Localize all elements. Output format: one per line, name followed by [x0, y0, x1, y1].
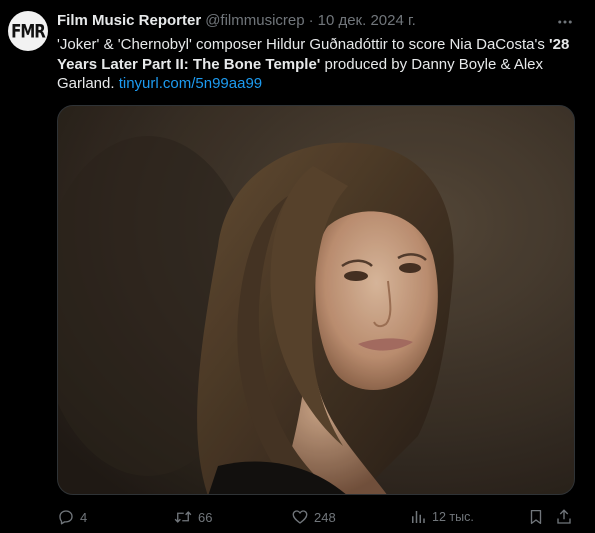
- like-count: 248: [314, 509, 336, 525]
- action-bar: 4 66 248 12 тыс.: [57, 506, 582, 528]
- bookmark-icon: [530, 509, 542, 525]
- tweet-link[interactable]: tinyurl.com/5n99aa99: [119, 75, 262, 92]
- views-button[interactable]: 12 тыс.: [409, 506, 474, 528]
- repost-button[interactable]: 66: [173, 506, 212, 528]
- tweet-header: Film Music Reporter @filmmusicrep · 10 д…: [57, 11, 416, 31]
- views-count: 12 тыс.: [432, 510, 474, 524]
- repost-count: 66: [198, 509, 213, 525]
- tweet-date[interactable]: 10 дек. 2024 г.: [318, 11, 416, 31]
- reply-icon: [59, 510, 73, 525]
- heart-icon: [292, 510, 308, 524]
- share-button[interactable]: [555, 506, 578, 528]
- separator-dot: ·: [308, 12, 314, 29]
- bookmark-button[interactable]: [527, 506, 550, 528]
- like-button[interactable]: 248: [291, 506, 336, 528]
- portrait-image: [58, 106, 574, 494]
- views-icon: [412, 511, 425, 523]
- more-icon: [558, 20, 572, 24]
- avatar-logo-text: FMR: [11, 19, 46, 43]
- tweet-text: 'Joker' & 'Chernobyl' composer Hildur Gu…: [57, 35, 582, 94]
- repost-icon: [174, 511, 192, 523]
- author-name[interactable]: Film Music Reporter: [57, 11, 201, 31]
- reply-count: 4: [80, 509, 88, 525]
- tweet-photo[interactable]: [57, 105, 575, 495]
- avatar[interactable]: FMR: [8, 11, 48, 51]
- reply-button[interactable]: 4: [57, 506, 87, 528]
- author-handle[interactable]: @filmmusicrep: [205, 11, 304, 31]
- tweet-text-part1: 'Joker' & 'Chernobyl' composer Hildur Gu…: [57, 36, 550, 53]
- share-icon: [557, 509, 571, 524]
- more-options-button[interactable]: [555, 12, 575, 32]
- tweet: FMR Film Music Reporter @filmmusicrep · …: [0, 0, 595, 533]
